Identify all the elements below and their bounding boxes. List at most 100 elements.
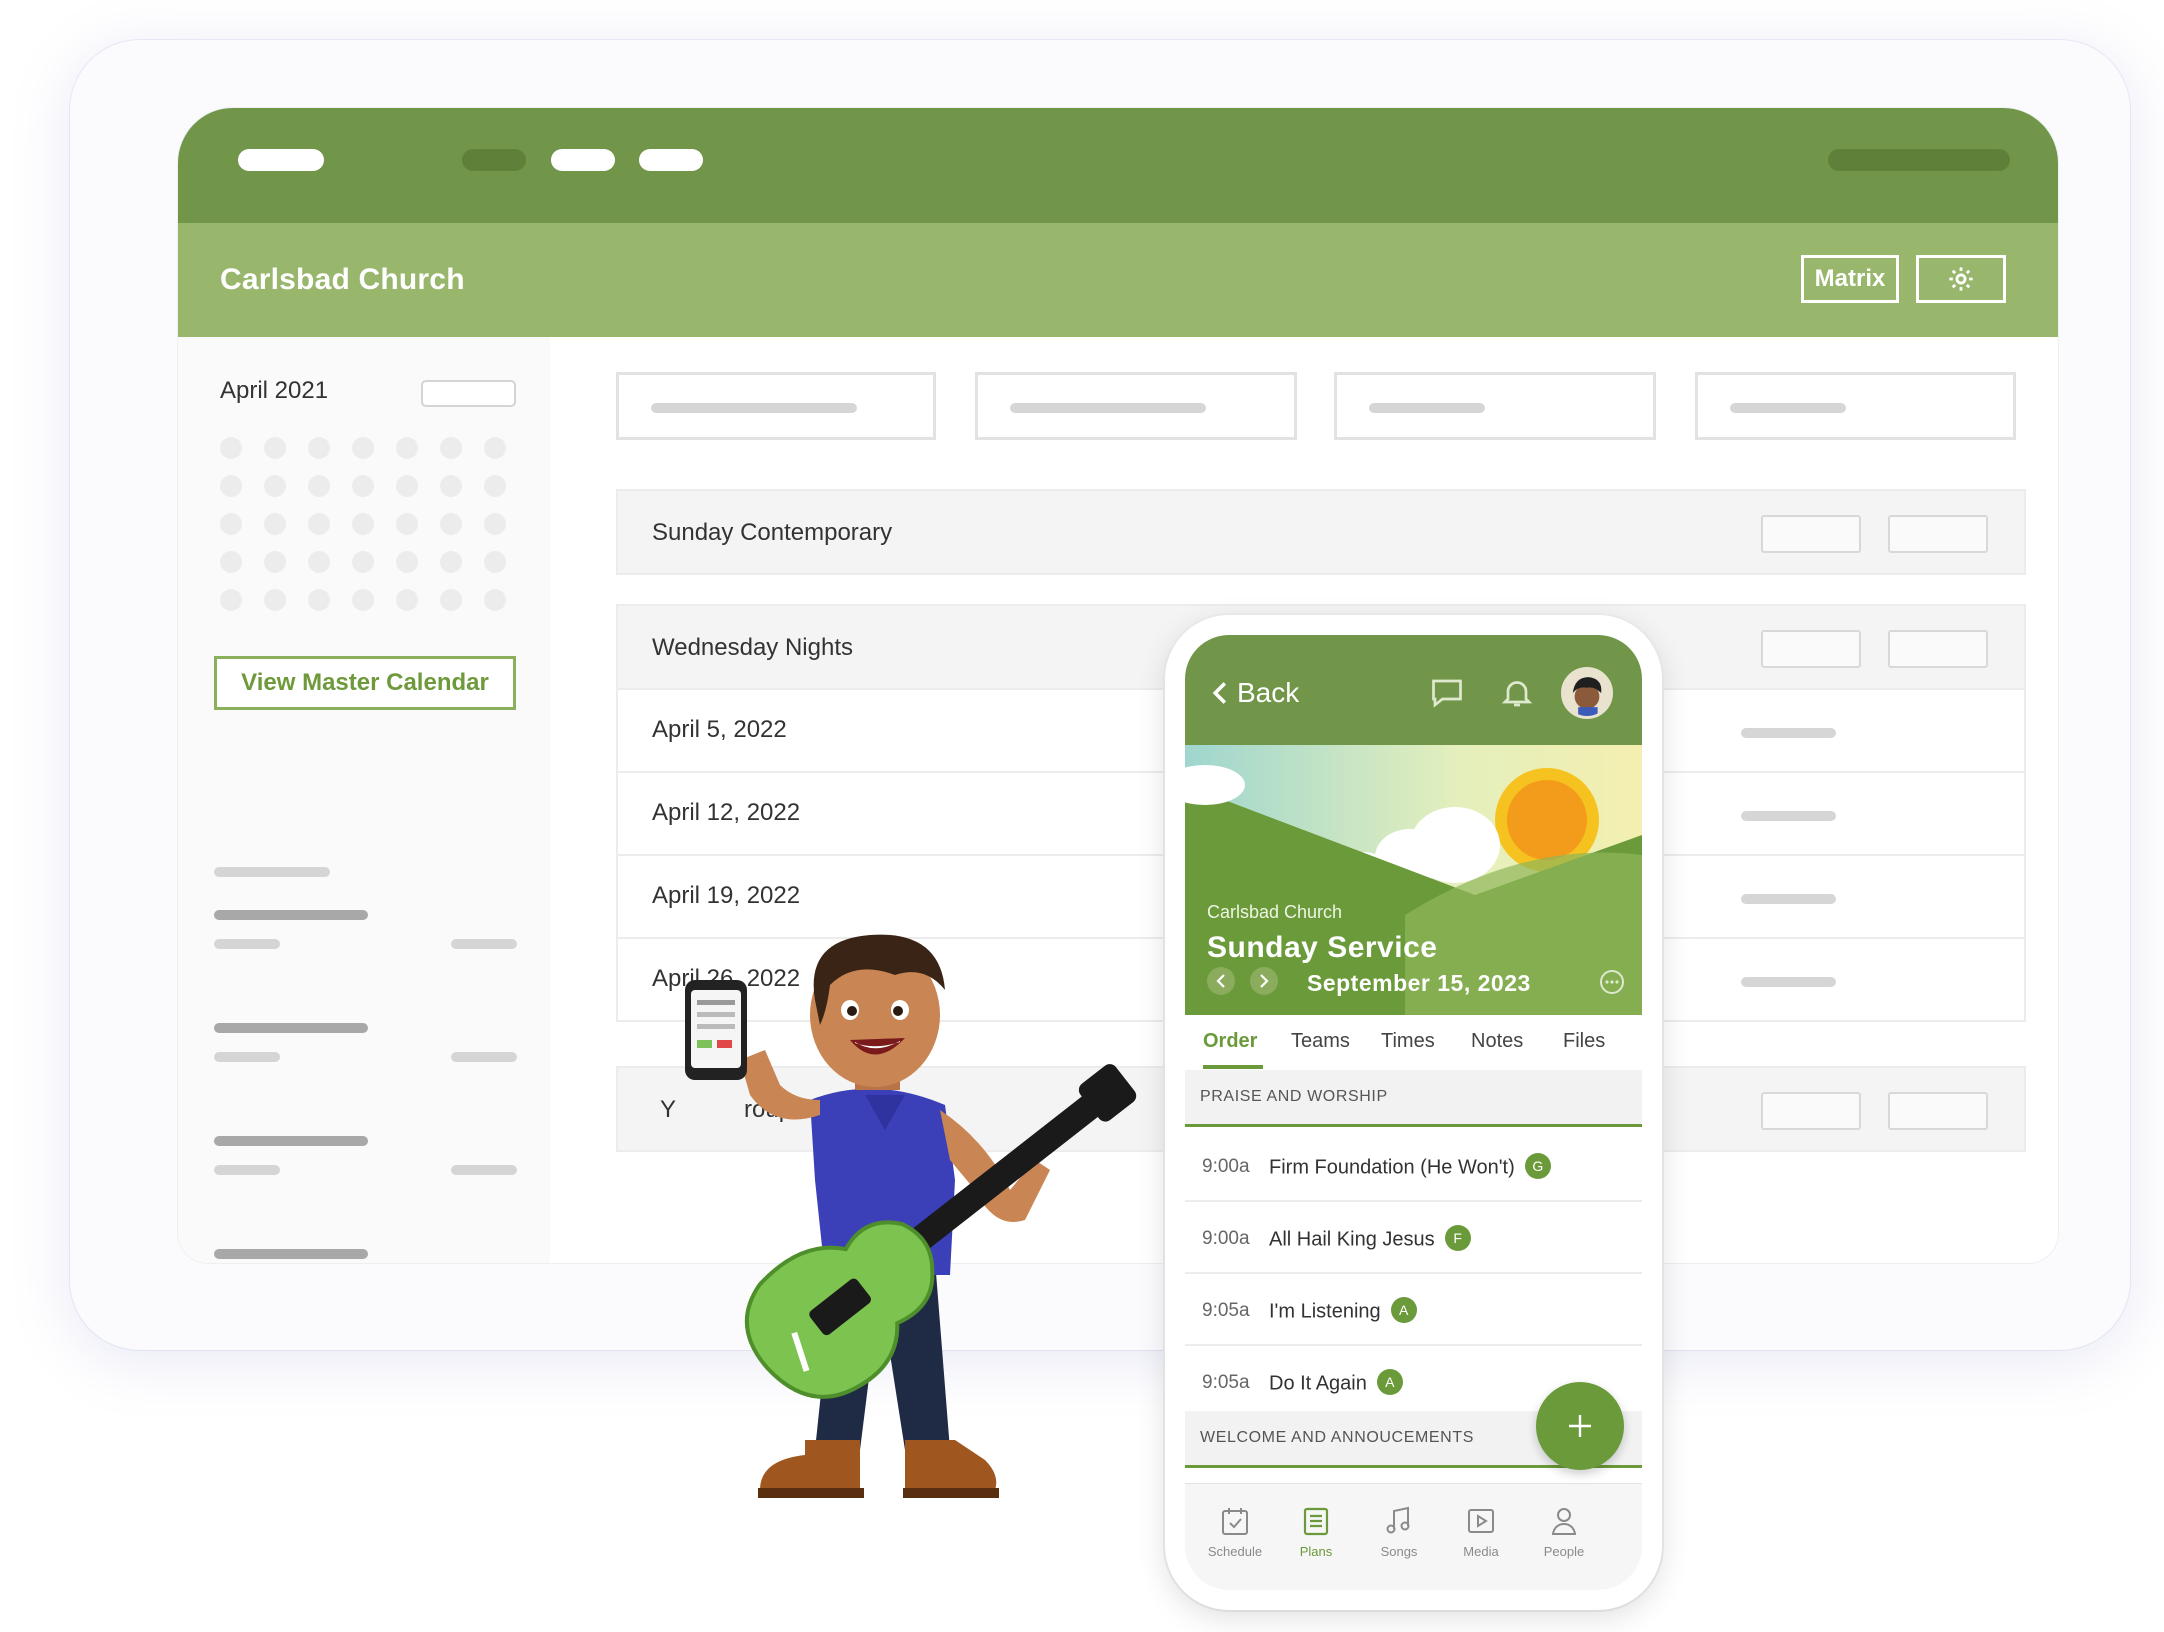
service-group-title: Sunday Contemporary (652, 519, 893, 546)
group-action-button[interactable] (1888, 515, 1988, 553)
calendar-day-dot[interactable] (308, 513, 330, 535)
nav-placeholder-item[interactable] (639, 149, 703, 171)
sidebar-placeholder (214, 1052, 280, 1062)
filter-box[interactable] (1695, 372, 2016, 440)
top-nav-bar (178, 108, 2058, 223)
month-selector[interactable] (421, 380, 516, 407)
calendar-day-dot[interactable] (308, 551, 330, 573)
next-plan-button[interactable] (1250, 967, 1278, 995)
group-action-button[interactable] (1761, 630, 1861, 668)
song-title: Do It Again (1269, 1372, 1367, 1395)
filter-box[interactable] (616, 372, 936, 440)
calendar-day-dot[interactable] (220, 513, 242, 535)
section-header[interactable]: PRAISE AND WORSHIP (1185, 1070, 1642, 1127)
song-key-badge: A (1376, 1369, 1403, 1395)
chevron-left-icon (1212, 682, 1227, 704)
tab-files[interactable]: Files (1563, 1030, 1605, 1053)
calendar-day-dot[interactable] (352, 551, 374, 573)
calendar-day-dot[interactable] (264, 437, 286, 459)
calendar-day-dot[interactable] (396, 551, 418, 573)
view-master-calendar-button[interactable]: View Master Calendar (214, 656, 516, 710)
add-item-button[interactable] (1536, 1382, 1624, 1470)
plus-icon (1569, 1415, 1591, 1437)
calendar-day-dot[interactable] (484, 589, 506, 611)
nav-placeholder-item[interactable] (551, 149, 615, 171)
matrix-button[interactable]: Matrix (1801, 255, 1899, 303)
calendar-day-dot[interactable] (484, 437, 506, 459)
calendar-day-dot[interactable] (352, 589, 374, 611)
tab-times[interactable]: Times (1381, 1030, 1435, 1053)
nav-label: Media (1463, 1544, 1499, 1559)
plan-date: April 12, 2022 (652, 799, 801, 826)
sidebar-placeholder (214, 867, 330, 877)
calendar-day-dot[interactable] (264, 589, 286, 611)
calendar-day-dot[interactable] (440, 513, 462, 535)
chat-icon[interactable] (1429, 675, 1465, 711)
nav-placeholder-item[interactable] (462, 149, 526, 171)
calendar-day-dot[interactable] (440, 437, 462, 459)
calendar-day-dot[interactable] (440, 551, 462, 573)
nav-schedule[interactable]: Schedule (1193, 1504, 1277, 1559)
calendar-day-dot[interactable] (264, 513, 286, 535)
nav-songs[interactable]: Songs (1357, 1504, 1441, 1559)
group-action-button[interactable] (1888, 1092, 1988, 1130)
filter-box[interactable] (1334, 372, 1656, 440)
service-group-title: Wednesday Nights (652, 634, 853, 661)
nav-placeholder-account[interactable] (1828, 149, 2010, 171)
nav-people[interactable]: People (1522, 1504, 1606, 1559)
avatar[interactable] (1561, 667, 1613, 719)
calendar-day-dot[interactable] (220, 589, 242, 611)
previous-plan-button[interactable] (1207, 967, 1235, 995)
calendar-day-dot[interactable] (220, 551, 242, 573)
bell-icon[interactable] (1499, 675, 1535, 711)
calendar-day-dot[interactable] (440, 475, 462, 497)
nav-placeholder-logo[interactable] (238, 149, 324, 171)
song-item[interactable]: 9:00a Firm Foundation (He Won't) G (1185, 1130, 1642, 1202)
calendar-day-dot[interactable] (396, 437, 418, 459)
calendar-day-dot[interactable] (308, 437, 330, 459)
more-options-icon[interactable] (1599, 969, 1625, 995)
group-action-button[interactable] (1761, 515, 1861, 553)
calendar-day-dot[interactable] (352, 437, 374, 459)
nav-plans[interactable]: Plans (1274, 1504, 1358, 1559)
settings-button[interactable] (1916, 255, 2006, 303)
nav-media[interactable]: Media (1439, 1504, 1523, 1559)
sidebar-placeholder (451, 1052, 517, 1062)
nav-label: Plans (1299, 1544, 1333, 1559)
tab-notes[interactable]: Notes (1471, 1030, 1523, 1053)
calendar-day-dot[interactable] (396, 475, 418, 497)
song-key-badge: A (1390, 1297, 1417, 1323)
song-time: 9:05a (1202, 1300, 1250, 1321)
song-item[interactable]: 9:00a All Hail King Jesus F (1185, 1202, 1642, 1274)
calendar-day-dot[interactable] (352, 513, 374, 535)
active-tab-indicator (1203, 1065, 1263, 1069)
calendar-day-dot[interactable] (264, 475, 286, 497)
group-action-button[interactable] (1761, 1092, 1861, 1130)
calendar-day-dot[interactable] (264, 551, 286, 573)
song-item[interactable]: 9:05a I'm Listening A (1185, 1274, 1642, 1346)
group-action-button[interactable] (1888, 630, 1988, 668)
calendar-day-dot[interactable] (396, 513, 418, 535)
filter-box[interactable] (975, 372, 1297, 440)
calendar-day-dot[interactable] (484, 551, 506, 573)
gear-icon (1949, 267, 1973, 291)
calendar-day-dot[interactable] (484, 475, 506, 497)
service-group-row[interactable]: Sunday Contemporary (616, 489, 2026, 575)
calendar-check-icon (1222, 1508, 1248, 1535)
calendar-day-dot[interactable] (308, 475, 330, 497)
calendar-day-dot[interactable] (220, 475, 242, 497)
calendar-month: April 2021 (220, 377, 329, 404)
back-label: Back (1237, 677, 1300, 708)
calendar-day-dot[interactable] (220, 437, 242, 459)
tab-order[interactable]: Order (1203, 1030, 1257, 1053)
bottom-navigation: Schedule Plans Songs Media People (1185, 1483, 1642, 1590)
calendar-day-dot[interactable] (352, 475, 374, 497)
plan-title: Sunday Service (1207, 931, 1438, 964)
calendar-day-dot[interactable] (440, 589, 462, 611)
back-button[interactable]: Back (1211, 677, 1299, 709)
calendar-day-dot[interactable] (308, 589, 330, 611)
tab-teams[interactable]: Teams (1291, 1030, 1350, 1053)
sidebar-placeholder (214, 1023, 368, 1033)
calendar-day-dot[interactable] (484, 513, 506, 535)
calendar-day-dot[interactable] (396, 589, 418, 611)
